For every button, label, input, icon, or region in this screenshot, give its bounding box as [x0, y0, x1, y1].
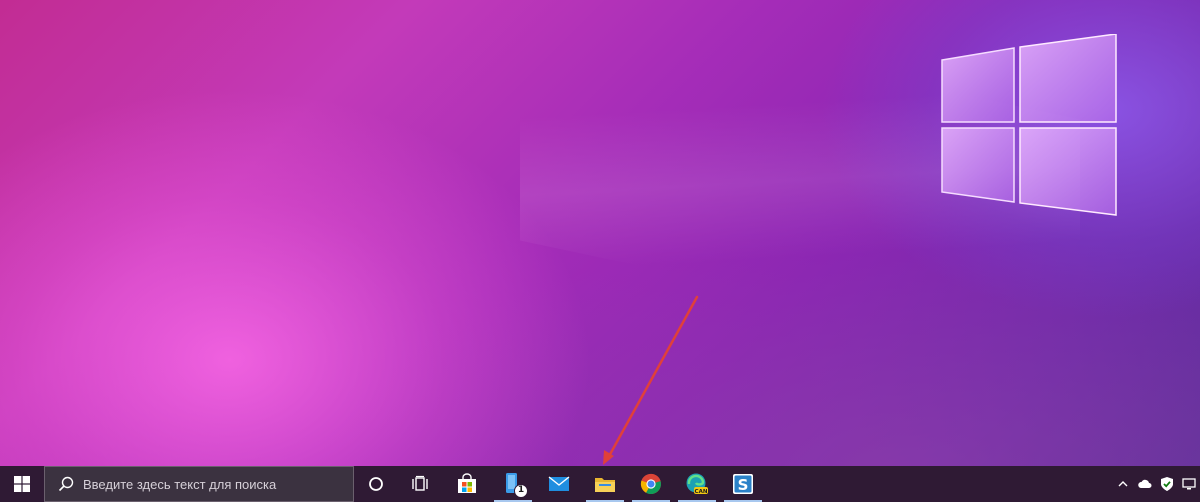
windows-logo-wallpaper	[941, 34, 1117, 216]
taskbar-app-store[interactable]	[444, 466, 490, 502]
defender-tray-icon[interactable]	[1156, 466, 1178, 502]
taskbar-app-edge-canary[interactable]: CAN	[674, 466, 720, 502]
taskbar-app-file-explorer[interactable]	[582, 466, 628, 502]
taskbar-app-snagit[interactable]: S	[720, 466, 766, 502]
cortana-circle-icon	[369, 477, 383, 491]
system-tray	[1112, 466, 1200, 502]
taskbar: Введите здесь текст для поиска 1 CAN S	[0, 466, 1200, 502]
taskbar-app-chrome[interactable]	[628, 466, 674, 502]
show-hidden-icons-button[interactable]	[1112, 466, 1134, 502]
network-tray-icon[interactable]	[1178, 466, 1200, 502]
desktop-wallpaper	[0, 0, 1200, 466]
defender-shield-icon	[1161, 477, 1173, 491]
svg-text:S: S	[738, 476, 749, 494]
store-icon	[458, 473, 476, 493]
file-explorer-icon	[595, 478, 615, 492]
edge-canary-icon: CAN	[686, 473, 708, 495]
mail-icon	[548, 476, 570, 491]
start-button[interactable]	[0, 466, 44, 502]
svg-text:CAN: CAN	[695, 489, 708, 495]
notification-badge: 1	[514, 484, 528, 498]
snagit-icon: S	[733, 474, 753, 494]
search-icon	[55, 473, 77, 495]
onedrive-tray-icon[interactable]	[1134, 466, 1156, 502]
chevron-up-icon	[1118, 481, 1128, 487]
taskbar-app-mail[interactable]	[536, 466, 582, 502]
chrome-icon	[640, 473, 661, 495]
windows-start-icon	[14, 476, 30, 492]
onedrive-cloud-icon	[1138, 479, 1152, 488]
search-placeholder-text: Введите здесь текст для поиска	[83, 476, 277, 492]
task-view-button[interactable]	[398, 466, 442, 502]
task-view-icon	[412, 475, 428, 491]
taskbar-app-phone[interactable]: 1	[490, 466, 536, 502]
cortana-button[interactable]	[354, 466, 398, 502]
taskbar-search-box[interactable]: Введите здесь текст для поиска	[44, 466, 354, 502]
network-icon	[1182, 478, 1196, 490]
